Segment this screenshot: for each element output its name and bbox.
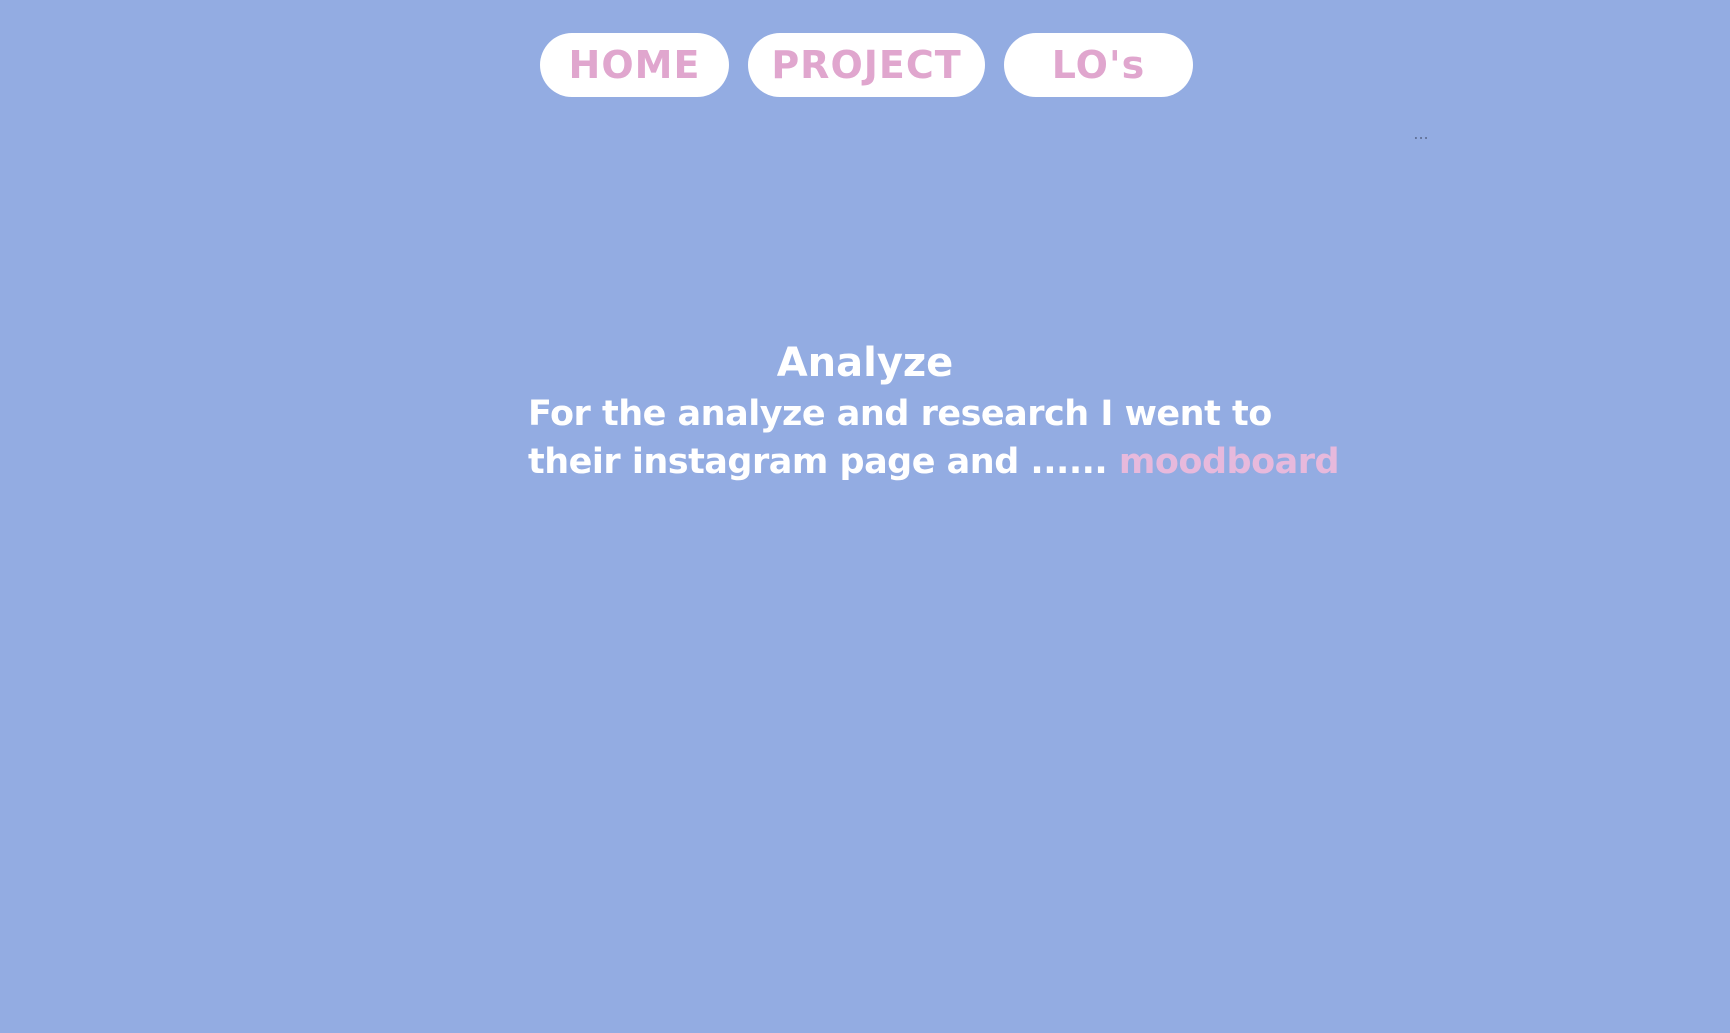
- nav-project-button[interactable]: PROJECT: [748, 33, 985, 97]
- analysis-paragraph: For the analyze and research I went to t…: [528, 390, 1340, 486]
- moodboard-link[interactable]: moodboard: [1119, 442, 1340, 482]
- paragraph-line-2: their instagram page and ...... moodboar…: [528, 438, 1340, 486]
- page: HOME PROJECT LO's ... Analyze For the an…: [0, 0, 1730, 1033]
- more-menu-icon[interactable]: ...: [1410, 122, 1432, 146]
- nav-home-button[interactable]: HOME: [540, 33, 729, 97]
- nav-los-button[interactable]: LO's: [1004, 33, 1193, 97]
- main-nav: HOME PROJECT LO's: [0, 33, 1730, 97]
- paragraph-line-1: For the analyze and research I went to: [528, 394, 1272, 434]
- paragraph-line-2-text: their instagram page and ......: [528, 442, 1108, 482]
- page-title: Analyze: [776, 339, 954, 386]
